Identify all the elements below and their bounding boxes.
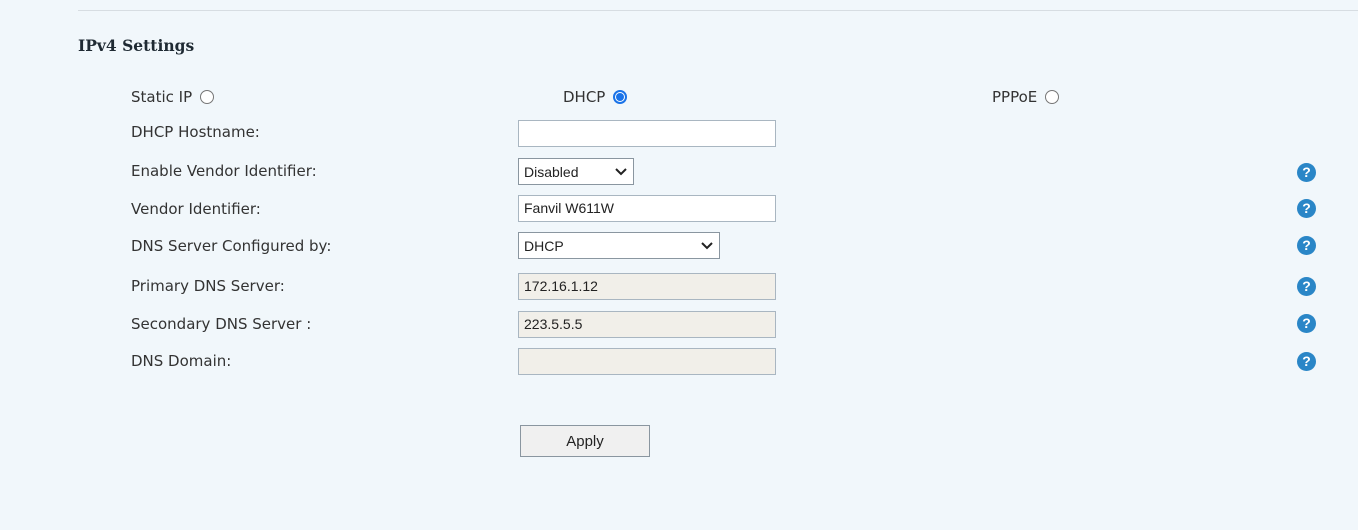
radio-pppoe-label: PPPoE: [992, 88, 1038, 106]
help-icon[interactable]: ?: [1297, 236, 1316, 255]
dns-configured-by-select[interactable]: DHCP: [518, 232, 720, 259]
enable-vendor-identifier-value: Disabled: [524, 163, 579, 180]
radio-pppoe[interactable]: PPPoE: [992, 88, 1060, 106]
help-icon[interactable]: ?: [1297, 277, 1316, 296]
radio-dhcp-circle[interactable]: [613, 90, 628, 104]
dns-domain-input[interactable]: [518, 348, 776, 375]
dns-configured-by-value: DHCP: [524, 237, 564, 254]
help-icon[interactable]: ?: [1297, 199, 1316, 218]
help-icon[interactable]: ?: [1297, 163, 1316, 182]
dhcp-hostname-input[interactable]: [518, 120, 776, 147]
secondary-dns-input[interactable]: 223.5.5.5: [518, 311, 776, 338]
vendor-identifier-label: Vendor Identifier:: [131, 200, 261, 218]
top-divider: [78, 10, 1358, 11]
dns-configured-by-label: DNS Server Configured by:: [131, 237, 332, 255]
radio-static-ip[interactable]: Static IP: [131, 88, 215, 106]
secondary-dns-label: Secondary DNS Server :: [131, 315, 312, 333]
help-icon[interactable]: ?: [1297, 352, 1316, 371]
radio-static-ip-label: Static IP: [131, 88, 193, 106]
apply-button[interactable]: Apply: [520, 425, 650, 457]
section-title: IPv4 Settings: [78, 36, 195, 55]
chevron-down-icon: [701, 241, 713, 249]
help-icon[interactable]: ?: [1297, 314, 1316, 333]
enable-vendor-identifier-label: Enable Vendor Identifier:: [131, 162, 317, 180]
radio-dhcp-label: DHCP: [563, 88, 606, 106]
primary-dns-input[interactable]: 172.16.1.12: [518, 273, 776, 300]
chevron-down-icon: [615, 167, 627, 175]
vendor-identifier-input[interactable]: Fanvil W611W: [518, 195, 776, 222]
dhcp-hostname-label: DHCP Hostname:: [131, 123, 260, 141]
dns-domain-label: DNS Domain:: [131, 352, 232, 370]
radio-static-ip-circle[interactable]: [200, 90, 215, 104]
enable-vendor-identifier-select[interactable]: Disabled: [518, 158, 634, 185]
radio-pppoe-circle[interactable]: [1045, 90, 1060, 104]
primary-dns-label: Primary DNS Server:: [131, 277, 285, 295]
radio-dhcp[interactable]: DHCP: [563, 88, 628, 106]
